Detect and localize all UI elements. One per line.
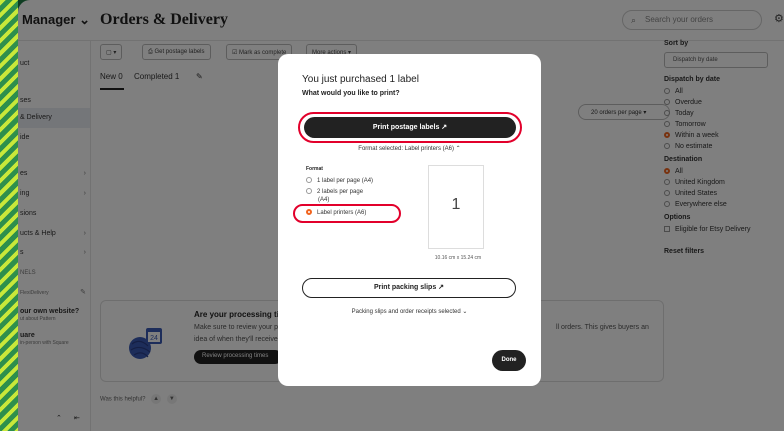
radio-format-2-per-page[interactable]: 2 labels per page [306, 188, 363, 195]
format-label: Format [306, 166, 323, 172]
preview-dimensions: 10.16 cm x 15.24 cm [434, 255, 482, 261]
radio-selected-icon [306, 209, 312, 215]
print-postage-labels-button[interactable]: Print postage labels ↗ [304, 117, 516, 138]
radio-format-label-printers[interactable]: Label printers (A6) [306, 209, 366, 216]
label-preview: 1 [428, 165, 484, 249]
dialog-title: You just purchased 1 label [302, 74, 419, 85]
dialog-subtitle: What would you like to print? [302, 90, 400, 97]
radio-format-a4[interactable]: 1 label per page (A4) [306, 177, 373, 184]
print-packing-slips-button[interactable]: Print packing slips ↗ [302, 278, 516, 298]
decorative-stripe-border [0, 0, 18, 431]
print-dialog: You just purchased 1 label What would yo… [278, 54, 541, 386]
packing-selected-toggle[interactable]: Packing slips and order receipts selecte… [278, 308, 541, 315]
radio-icon [306, 177, 312, 183]
done-button[interactable]: Done [492, 350, 526, 371]
preview-page-number: 1 [451, 196, 461, 213]
radio-format-2-per-page-sub: (A4) [318, 197, 330, 203]
format-selected-toggle[interactable]: Format selected: Label printers (A6) ⌃ [278, 145, 541, 152]
radio-icon [306, 188, 312, 194]
